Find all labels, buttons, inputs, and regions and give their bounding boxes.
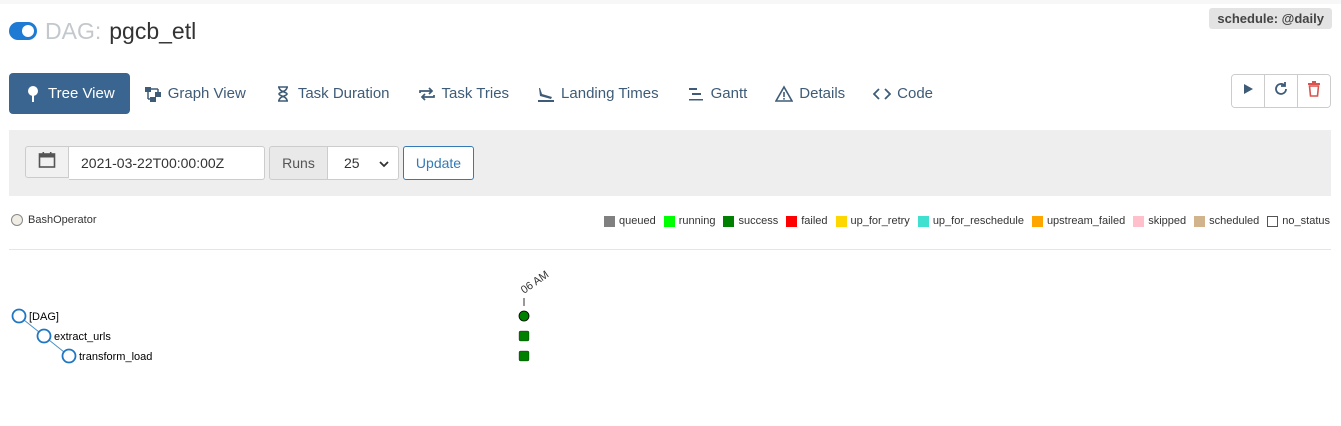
calendar-icon	[38, 151, 56, 174]
tab-landing-times[interactable]: Landing Times	[523, 73, 673, 114]
legend-label: up_for_retry	[850, 215, 910, 227]
toggle-knob	[22, 25, 34, 37]
tree-node-label[interactable]: transform_load	[79, 351, 152, 363]
tree-node-label[interactable]: extract_urls	[54, 331, 111, 343]
dag-pause-toggle[interactable]	[9, 22, 37, 40]
tab-label: Gantt	[710, 85, 748, 102]
tree-node-transform-load[interactable]	[61, 348, 77, 364]
tab-details[interactable]: Details	[761, 73, 859, 114]
refresh-button[interactable]	[1265, 75, 1298, 107]
tab-label: Details	[799, 85, 846, 102]
hourglass-icon	[274, 85, 292, 103]
tree-icon	[24, 85, 42, 103]
legend-swatch	[1031, 215, 1043, 227]
chevron-down-icon	[378, 157, 390, 173]
legend-swatch	[1133, 215, 1145, 227]
tab-task-duration[interactable]: Task Duration	[260, 73, 404, 114]
task-instance-status[interactable]	[518, 330, 530, 342]
tree-node-dag[interactable]	[11, 308, 27, 324]
legend-swatch	[786, 215, 798, 227]
warning-triangle-icon	[775, 84, 794, 103]
retry-arrows-icon	[418, 85, 436, 103]
dag-name: pgcb_etl	[109, 17, 197, 44]
operator-swatch	[11, 214, 23, 226]
tab-label: Landing Times	[561, 85, 659, 102]
runs-value: 25	[344, 155, 360, 171]
legend-label: failed	[801, 215, 828, 227]
tab-task-tries[interactable]: Task Tries	[404, 73, 524, 114]
gantt-icon	[687, 85, 705, 103]
legend-swatch	[835, 215, 847, 227]
legend-label: skipped	[1148, 215, 1187, 227]
tree-view-graph: 06 AM [DAG] extract_urls transform_load	[11, 269, 551, 364]
tab-code[interactable]: Code	[859, 73, 947, 114]
run-time-label: 06 AM	[519, 269, 551, 297]
divider	[9, 249, 1331, 250]
tab-label: Task Duration	[297, 85, 390, 102]
tab-label: Graph View	[167, 85, 246, 102]
play-icon	[1242, 82, 1254, 100]
tree-node-label[interactable]: [DAG]	[29, 311, 59, 323]
num-runs-select[interactable]: 25	[327, 146, 399, 180]
legend-failed[interactable]: failed	[786, 215, 828, 227]
legend-running[interactable]: running	[663, 215, 716, 227]
legend-swatch	[663, 215, 675, 227]
legend-no-status[interactable]: no_status	[1267, 215, 1330, 227]
legend-label: running	[678, 215, 716, 227]
tab-label: Code	[897, 85, 934, 102]
plane-landing-icon	[537, 85, 555, 103]
refresh-icon	[1273, 81, 1289, 102]
legend-upstream-failed[interactable]: upstream_failed	[1031, 215, 1126, 227]
schedule-badge: schedule: @daily	[1209, 8, 1332, 29]
legend-swatch	[1194, 215, 1206, 227]
runs-label: Runs	[269, 146, 328, 180]
trash-icon	[1307, 80, 1321, 102]
legend-swatch	[917, 215, 929, 227]
tree-controls: 2021-03-22T00:00:00Z Runs 25 Update	[9, 130, 1331, 196]
date-picker-button[interactable]	[25, 146, 69, 178]
legend-scheduled[interactable]: scheduled	[1194, 215, 1259, 227]
legend-label: upstream_failed	[1046, 215, 1126, 227]
tab-gantt[interactable]: Gantt	[673, 73, 762, 114]
legend-queued[interactable]: queued	[604, 215, 656, 227]
legend-label: no_status	[1282, 215, 1330, 227]
dag-prefix: DAG:	[45, 17, 102, 44]
dag-run-status[interactable]	[518, 310, 530, 322]
top-strip	[0, 0, 1341, 4]
trigger-dag-button[interactable]	[1232, 75, 1265, 107]
legend-swatch	[1267, 215, 1279, 227]
tab-label: Tree View	[48, 85, 115, 102]
legend-label: success	[738, 215, 779, 227]
operator-legend: BashOperator	[11, 214, 96, 226]
legend-up-for-reschedule[interactable]: up_for_reschedule	[917, 215, 1024, 227]
graph-icon	[144, 85, 162, 103]
legend-success[interactable]: success	[723, 215, 778, 227]
tab-graph-view[interactable]: Graph View	[130, 73, 260, 114]
state-legend: queued running success failed up_for_retry up…	[596, 215, 1330, 227]
delete-dag-button[interactable]	[1298, 75, 1330, 107]
code-icon	[873, 85, 892, 103]
operator-label: BashOperator	[28, 214, 97, 226]
base-date-input[interactable]: 2021-03-22T00:00:00Z	[69, 146, 265, 180]
view-nav: Tree View Graph View Task Duration Task …	[9, 73, 947, 114]
legend-label: scheduled	[1209, 215, 1260, 227]
tab-tree-view[interactable]: Tree View	[9, 73, 130, 114]
legend-label: up_for_reschedule	[932, 215, 1024, 227]
legend-swatch	[604, 215, 616, 227]
update-button[interactable]: Update	[403, 146, 474, 180]
task-instance-status[interactable]	[518, 350, 530, 362]
legend-label: queued	[619, 215, 656, 227]
legend-swatch	[723, 215, 735, 227]
legend-skipped[interactable]: skipped	[1133, 215, 1186, 227]
dag-actions	[1231, 74, 1331, 108]
legend-up-for-retry[interactable]: up_for_retry	[835, 215, 910, 227]
tree-node-extract-urls[interactable]	[36, 328, 52, 344]
dag-header: DAG: pgcb_etl	[9, 16, 196, 46]
tab-label: Task Tries	[441, 85, 510, 102]
